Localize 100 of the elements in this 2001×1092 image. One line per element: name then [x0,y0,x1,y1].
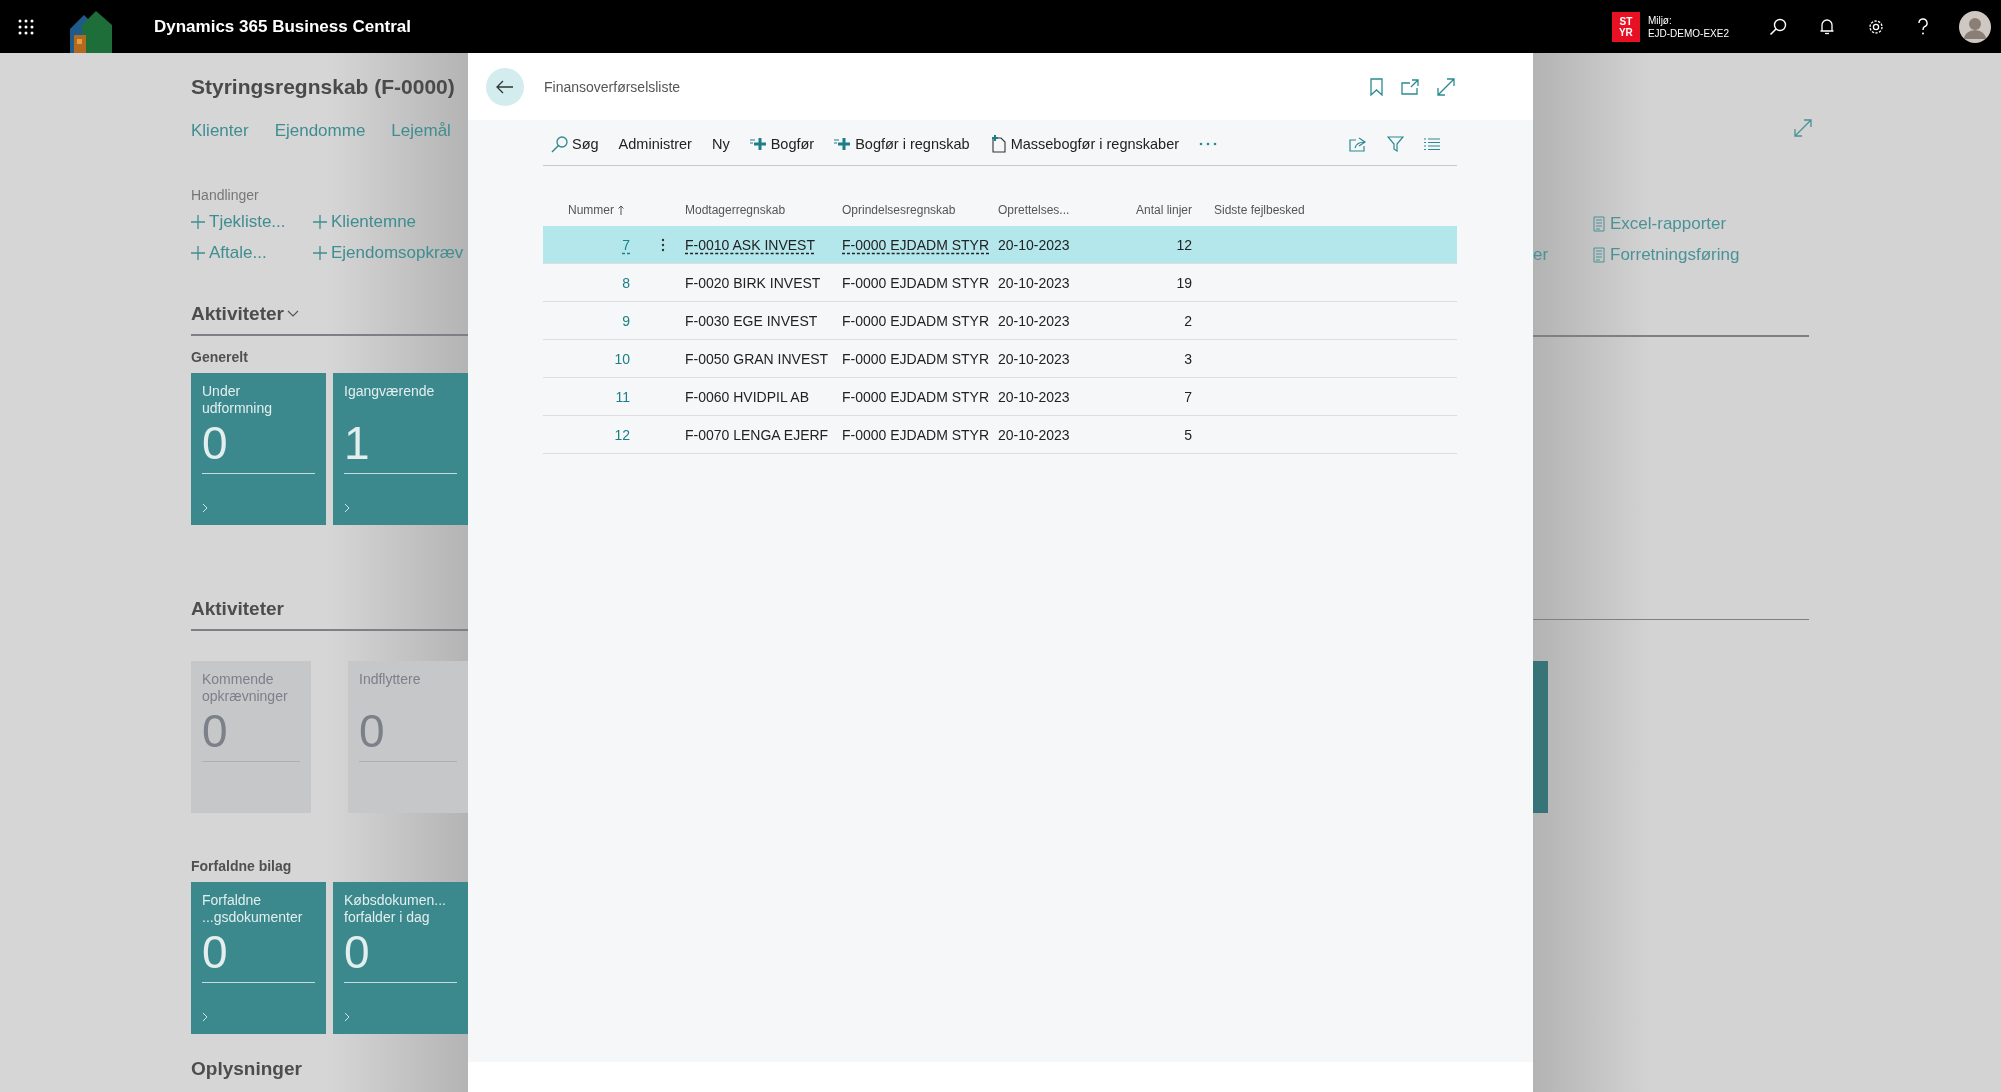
user-avatar-icon[interactable] [1959,10,1991,43]
chevron-right-icon [202,503,208,513]
toolbar-button[interactable]: Administrer [618,136,692,152]
nav-link[interactable]: Klienter [191,121,249,141]
table-cell: 3 [1184,350,1192,367]
row-menu-icon[interactable] [660,237,665,252]
toolbar-button[interactable]: Søg [551,135,599,153]
table-cell: F-0000 EJDADM STYR [842,350,990,367]
table-cell: F-0020 BIRK INVEST [685,274,821,291]
nav-link[interactable]: Ejendomme [274,121,366,141]
environment-badge: ST YR [1611,11,1640,42]
table-cell: 19 [1176,274,1192,291]
toolbar-button[interactable]: Ny [711,136,730,152]
column-header[interactable]: Oprindelsesregnskab [842,203,956,217]
action-link[interactable]: Tjekliste... [191,212,313,232]
chevron-right-icon [344,1012,350,1022]
plus-icon [313,215,327,229]
number-link[interactable]: 10 [614,350,630,367]
document-plus-icon [989,135,1007,153]
table-cell: 5 [1184,426,1192,443]
number-link[interactable]: 8 [622,274,630,291]
column-header[interactable]: Nummer [568,203,614,217]
table-cell: F-0050 GRAN INVEST [685,350,829,367]
table-cell: 20-10-2023 [998,388,1070,405]
chevron-down-icon[interactable] [286,310,299,318]
cue-tile[interactable]: Købsdokumen... forfalder i dag 0 [333,882,468,1034]
bookmark-icon[interactable] [1370,77,1383,96]
cue-tile[interactable]: Igangværende 1 [333,373,468,525]
arrow-left-icon [496,79,514,94]
table-cell: 20-10-2023 [998,312,1070,329]
filter-icon[interactable] [1387,136,1404,152]
table-cell: 7 [1184,388,1192,405]
plus-icon [834,136,852,152]
back-button[interactable] [486,67,524,106]
app-launcher-icon[interactable] [18,18,34,35]
share-icon[interactable] [1349,136,1367,152]
settings-icon[interactable] [1867,17,1885,36]
table-cell: F-0000 EJDADM STYR [842,388,990,405]
table-cell: 20-10-2023 [998,274,1070,291]
number-link[interactable]: 12 [614,426,630,443]
plus-icon [191,215,205,229]
dialog-title: Finansoverførselsliste [544,78,681,95]
table-cell: F-0010 ASK INVEST [685,236,815,253]
action-link[interactable]: Aftale... [191,243,313,263]
open-new-window-icon[interactable] [1401,78,1419,95]
page-title: Styringsregnskab (F-0000) [191,75,456,99]
column-header[interactable]: Oprettelses... [998,203,1070,217]
table-cell: 12 [1176,236,1192,253]
chevron-right-icon [344,503,350,513]
table-cell: F-0000 EJDADM STYR [842,236,990,253]
section-title: Oplysninger [191,1058,302,1080]
notification-bell-icon[interactable] [1819,17,1835,36]
table-cell: 2 [1184,312,1192,329]
table-row[interactable]: 7 F-0010 ASK INVEST F-0000 EJDADM STYR 20-10-2023 12 [543,226,1457,264]
toolbar-button[interactable]: Bogfør i regnskab [834,136,970,152]
column-header[interactable]: Antal linjer [1135,203,1192,217]
table-cell: F-0060 HVIDPIL AB [685,388,809,405]
table-row[interactable]: 10 F-0050 GRAN INVEST F-0000 EJDADM STYR 20-10-2023 3 [543,340,1457,378]
section-title: Aktiviteter [191,303,284,325]
cue-tile[interactable]: Under udformning 0 [191,373,326,525]
report-link[interactable]: Excel-rapporter [1593,214,2001,234]
plus-icon [191,246,205,260]
document-icon [1593,247,1605,263]
plus-icon [313,246,327,260]
column-header[interactable]: Sidste fejlbesked [1214,203,1305,217]
app-title: Dynamics 365 Business Central [154,16,411,37]
help-icon[interactable] [1917,17,1929,36]
sort-ascending-icon [618,205,624,215]
table-row[interactable]: 11 F-0060 HVIDPIL AB F-0000 EJDADM STYR 20-10-2023 7 [543,378,1457,416]
table-row[interactable]: 9 F-0030 EGE INVEST F-0000 EJDADM STYR 20-10-2023 2 [543,302,1457,340]
toolbar-button[interactable]: Massebogfør i regnskaber [989,135,1180,153]
report-link[interactable]: Forretningsføring [1593,245,2001,265]
toolbar-button[interactable]: Bogfør [749,136,815,152]
table-cell: 20-10-2023 [998,350,1070,367]
table-cell: F-0030 EGE INVEST [685,312,818,329]
table-row[interactable]: 12 F-0070 LENGA EJERF F-0000 EJDADM STYR 20-10-2023 5 [543,416,1457,454]
action-link[interactable]: Ejendomsopkræv [313,243,468,263]
table-cell: 20-10-2023 [998,426,1070,443]
environment-label: Miljø: [1647,13,1673,27]
document-icon [1593,216,1605,232]
number-link[interactable]: 11 [615,388,630,405]
column-header[interactable]: Modtagerregnskab [685,203,786,217]
list-view-icon[interactable] [1424,137,1440,151]
table-cell: F-0070 LENGA EJERF [685,426,829,443]
table-row[interactable]: 8 F-0020 BIRK INVEST F-0000 EJDADM STYR 20-10-2023 19 [543,264,1457,302]
chevron-right-icon [202,1012,208,1022]
cue-tile[interactable] [1533,661,1548,813]
search-icon[interactable] [1769,17,1787,36]
search-icon [551,135,568,153]
actions-heading: Handlinger [191,187,260,203]
number-link[interactable]: 9 [622,312,630,329]
expand-icon[interactable] [1437,77,1455,96]
group-heading: Generelt [191,349,249,365]
more-options-icon[interactable] [1199,142,1218,146]
table-cell: 20-10-2023 [998,236,1070,253]
table-cell: F-0000 EJDADM STYR [842,426,990,443]
action-link[interactable]: Klientemne [313,212,468,232]
number-link[interactable]: 7 [622,236,630,253]
table-cell: F-0000 EJDADM STYR [842,274,990,291]
cue-tile[interactable]: Forfaldne ...gsdokumenter 0 [191,882,326,1034]
